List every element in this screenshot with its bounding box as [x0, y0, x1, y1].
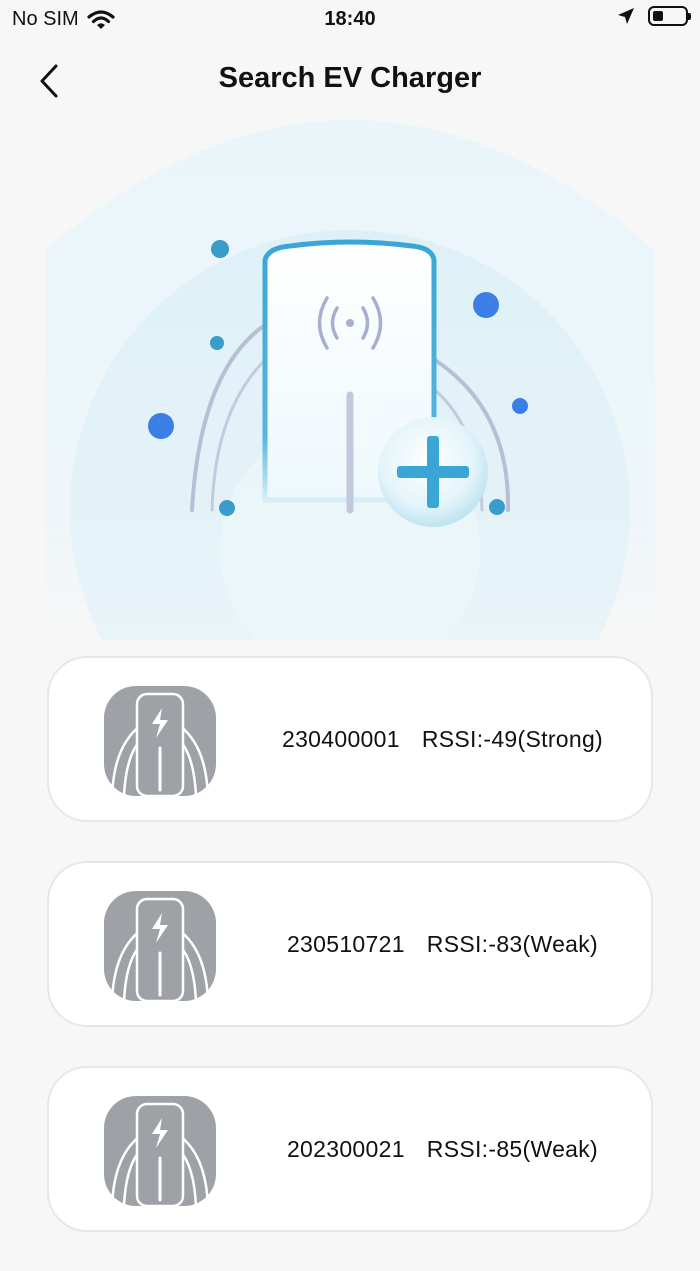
device-rssi: RSSI:-83(Weak) — [426, 930, 599, 957]
battery-icon — [648, 6, 691, 26]
ev-charger-icon — [104, 891, 216, 1001]
hero-illustration — [0, 110, 700, 790]
device-rssi: RSSI:-49(Strong) — [421, 725, 604, 752]
wifi-icon — [87, 9, 115, 29]
device-info: 230510721 RSSI:-83(Weak) — [254, 863, 631, 1025]
device-list: 230400001 RSSI:-49(Strong) 230510721 RSS… — [47, 656, 653, 1271]
page-title: Search EV Charger — [218, 62, 482, 94]
status-right — [616, 6, 691, 26]
carrier-label: No SIM — [12, 8, 79, 30]
ev-charger-icon — [104, 1096, 216, 1206]
charger-search-illustration — [45, 120, 655, 790]
device-card[interactable]: 230510721 RSSI:-83(Weak) — [47, 861, 653, 1027]
status-bar: 18:40 No SIM — [0, 0, 700, 40]
device-card[interactable]: 202300021 RSSI:-85(Weak) — [47, 1066, 653, 1232]
device-rssi: RSSI:-85(Weak) — [426, 1135, 599, 1162]
device-info: 202300021 RSSI:-85(Weak) — [254, 1068, 631, 1230]
device-card[interactable]: 230400001 RSSI:-49(Strong) — [47, 656, 653, 822]
device-info: 230400001 RSSI:-49(Strong) — [254, 658, 631, 820]
device-id: 230400001 — [281, 725, 400, 752]
device-id: 202300021 — [286, 1135, 405, 1162]
device-id: 230510721 — [286, 930, 405, 957]
nav-bar: Search EV Charger — [0, 50, 700, 110]
status-left: No SIM — [12, 8, 115, 31]
location-arrow-icon — [618, 8, 634, 24]
ev-charger-icon — [104, 686, 216, 796]
